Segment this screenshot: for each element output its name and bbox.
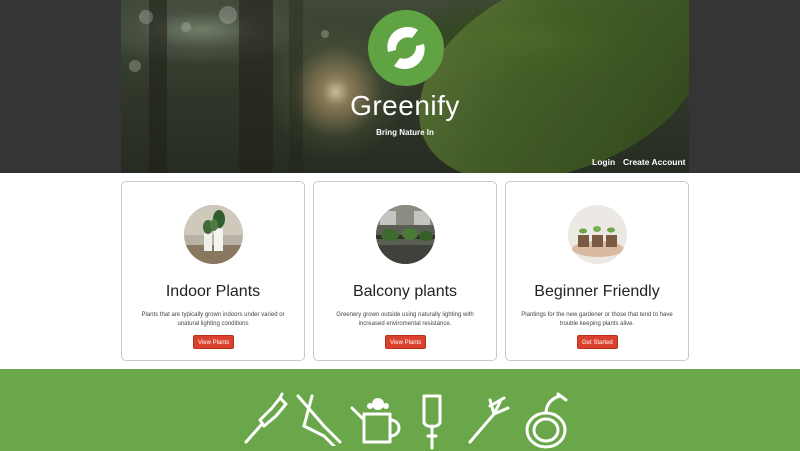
brand-title: Greenify bbox=[350, 90, 460, 121]
pruning-shears-icon bbox=[296, 394, 342, 446]
shovel-icon bbox=[244, 392, 288, 444]
view-plants-button[interactable]: View Plants bbox=[385, 335, 427, 349]
garden-fork-icon bbox=[468, 396, 510, 444]
trowel-icon bbox=[422, 394, 442, 450]
card-description: Plantings for the new gardener or those … bbox=[521, 312, 673, 327]
login-link[interactable]: Login bbox=[592, 157, 615, 167]
card-beginner-friendly: Beginner Friendly Plantings for the new … bbox=[505, 181, 689, 361]
card-title: Beginner Friendly bbox=[534, 283, 660, 300]
brand-tagline: Bring Nature In bbox=[376, 128, 434, 137]
card-description: Greenery grown outside using naturally l… bbox=[336, 312, 474, 327]
indoor-plants-photo bbox=[184, 205, 243, 264]
balcony-plants-photo bbox=[376, 205, 435, 264]
get-started-button[interactable]: Get Started bbox=[577, 335, 618, 349]
greenify-logo-icon bbox=[368, 10, 444, 86]
create-account-link[interactable]: Create Account bbox=[623, 157, 686, 167]
card-balcony-plants: Balcony plants Greenery grown outside us… bbox=[313, 181, 497, 361]
watering-can-icon bbox=[350, 398, 401, 444]
card-title: Indoor Plants bbox=[165, 283, 261, 300]
card-title: Balcony plants bbox=[352, 283, 458, 300]
garden-hose-icon bbox=[525, 392, 568, 449]
beginner-plants-photo bbox=[568, 205, 627, 264]
card-indoor-plants: Indoor Plants Plants that are typically … bbox=[121, 181, 305, 361]
view-plants-button[interactable]: View Plants bbox=[193, 335, 235, 349]
card-description: Plants that are typically grown indoors … bbox=[141, 312, 285, 327]
